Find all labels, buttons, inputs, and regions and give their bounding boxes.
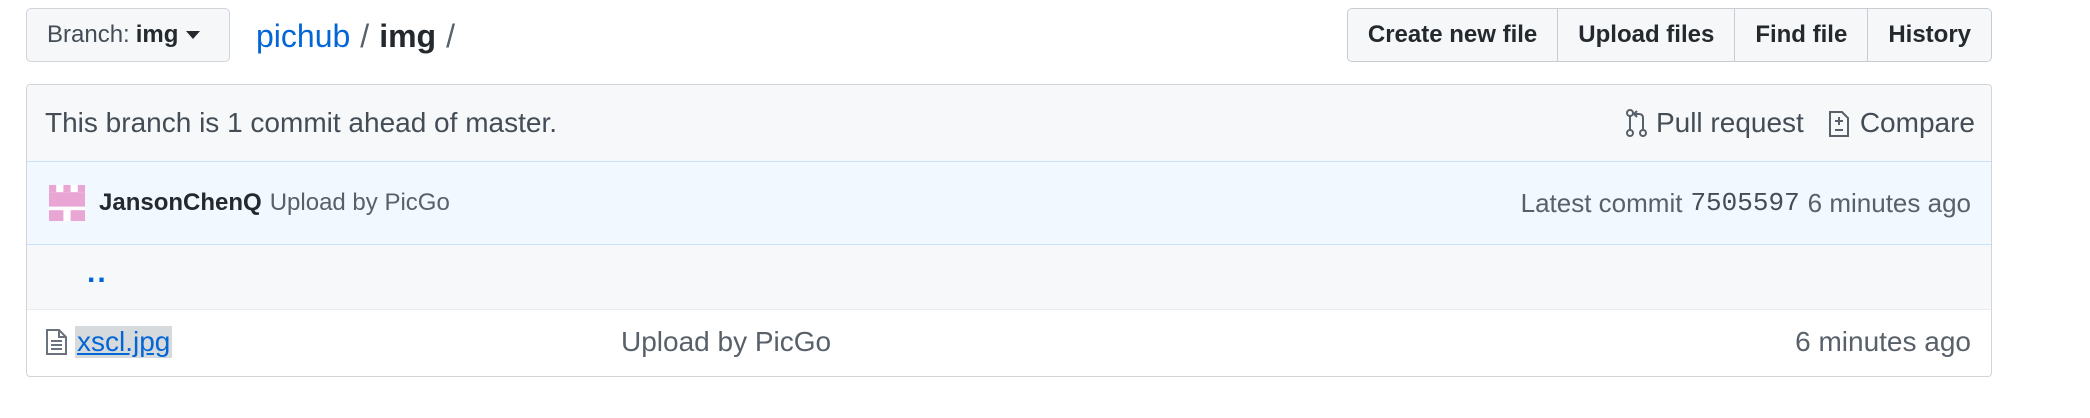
branch-ahead-message: This branch is 1 commit ahead of master.	[45, 107, 557, 138]
avatar[interactable]	[49, 185, 85, 221]
commit-age: 6 minutes ago	[1807, 187, 1971, 218]
branch-status-bar: This branch is 1 commit ahead of master.…	[27, 85, 1991, 162]
file-age: 6 minutes ago	[1795, 326, 1971, 357]
history-button[interactable]: History	[1867, 9, 1991, 61]
compare-link[interactable]: Compare	[1828, 107, 1975, 139]
file-browser: This branch is 1 commit ahead of master.…	[26, 84, 1992, 377]
git-pull-request-icon	[1625, 109, 1647, 137]
parent-directory-row: ..	[27, 245, 1991, 310]
latest-commit-info: Latest commit 7505597 6 minutes ago	[1521, 162, 1971, 244]
compare-label: Compare	[1859, 107, 1975, 138]
commit-sha-link[interactable]: 7505597	[1690, 188, 1799, 218]
file-name-link[interactable]: xscl.jpg	[75, 326, 173, 358]
branch-selector-button[interactable]: Branch: img	[26, 8, 230, 62]
pull-request-label: Pull request	[1655, 107, 1804, 138]
branch-label: Branch:	[47, 21, 130, 48]
find-file-button[interactable]: Find file	[1734, 9, 1868, 61]
file-navigation: Branch: img pichub / img / Create new file …	[26, 8, 1992, 64]
branch-name: img	[135, 21, 179, 48]
file-commit-message-link[interactable]: Upload by PicGo	[621, 326, 831, 358]
commit-author-link[interactable]: JansonChenQ	[99, 189, 262, 217]
file-icon	[46, 329, 67, 355]
file-diff-icon	[1828, 111, 1849, 137]
breadcrumb-separator: /	[360, 18, 370, 54]
latest-commit-label: Latest commit	[1520, 187, 1683, 218]
caret-down-icon	[186, 31, 201, 39]
commit-message-link[interactable]: Upload by PicGo	[270, 189, 450, 217]
parent-directory-link[interactable]: ..	[87, 256, 108, 290]
file-actions-group: Create new file Upload files Find file H…	[1346, 8, 1992, 62]
breadcrumb-trailing-separator: /	[446, 18, 455, 54]
breadcrumb: pichub / img /	[256, 16, 465, 56]
latest-commit-bar: JansonChenQ Upload by PicGo Latest commi…	[27, 162, 1991, 245]
breadcrumb-repo-link[interactable]: pichub	[256, 18, 350, 54]
create-new-file-button[interactable]: Create new file	[1347, 9, 1558, 61]
upload-files-button[interactable]: Upload files	[1557, 9, 1735, 61]
breadcrumb-current-dir: img	[379, 18, 437, 54]
pull-request-link[interactable]: Pull request	[1625, 107, 1804, 139]
table-row: xscl.jpg Upload by PicGo 6 minutes ago	[27, 310, 1991, 374]
